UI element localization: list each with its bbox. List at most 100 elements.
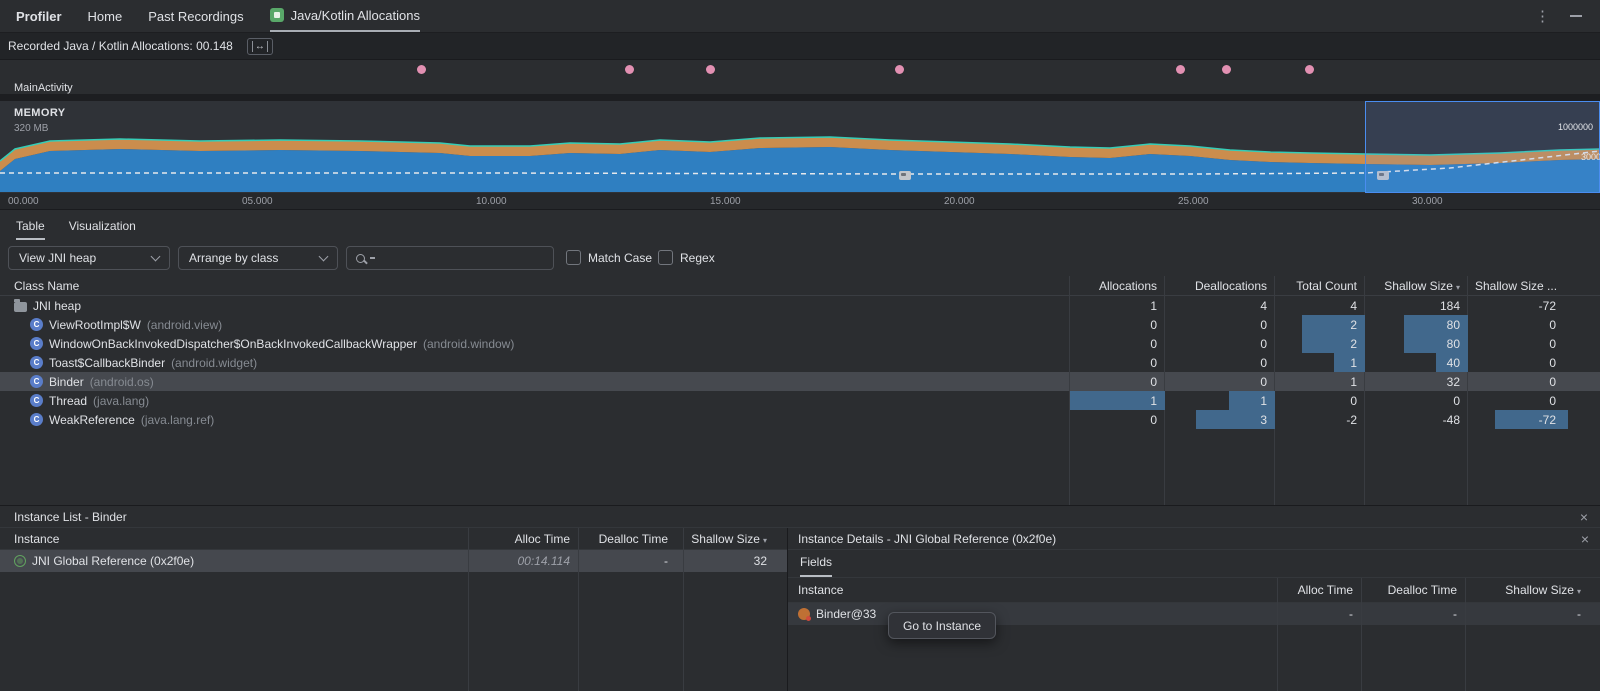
match-case-checkbox[interactable]: Match Case (566, 250, 652, 265)
close-icon[interactable]: × (1581, 532, 1589, 546)
tab-visualization[interactable]: Visualization (69, 219, 136, 240)
fields-table-header: Instance Alloc Time Dealloc Time Shallow… (788, 578, 1600, 603)
regex-checkbox[interactable]: Regex (658, 250, 715, 265)
search-caret (370, 257, 375, 259)
instance-list-panel: Instance Alloc Time Dealloc Time Shallow… (0, 528, 787, 691)
allocation-event-dot[interactable] (1305, 65, 1314, 74)
allocations-session-icon (270, 8, 284, 22)
tab-past-recordings[interactable]: Past Recordings (148, 0, 243, 32)
sort-arrow-icon: ▾ (763, 536, 767, 545)
allocation-event-dot[interactable] (417, 65, 426, 74)
chevron-down-icon (151, 251, 161, 261)
col-dealloc-time[interactable]: Dealloc Time (578, 532, 683, 546)
memory-area-chart (0, 101, 1600, 193)
col-instance[interactable]: Instance (0, 532, 468, 546)
col-shallow-size[interactable]: Shallow Size▾ (1365, 279, 1468, 293)
time-tick-label: 10.000 (476, 196, 507, 207)
gc-event-icon[interactable] (899, 171, 911, 180)
instance-details-panel: Instance Details - JNI Global Reference … (787, 528, 1600, 691)
time-tick-label: 05.000 (242, 196, 273, 207)
time-tick-label: 30.000 (1412, 196, 1443, 207)
class-icon: C (30, 318, 43, 331)
allocation-event-dot[interactable] (1222, 65, 1231, 74)
time-tick-label: 25.000 (1178, 196, 1209, 207)
tab-java-kotlin-allocations[interactable]: Java/Kotlin Allocations (270, 0, 420, 32)
instance-list-title: Instance List - Binder (14, 510, 127, 524)
profiler-window: Profiler Home Past Recordings Java/Kotli… (0, 0, 1600, 691)
table-row[interactable]: CToast$CallbackBinder(android.widget) 0 … (0, 353, 1600, 372)
alloc-table-header: Class Name Allocations Deallocations Tot… (0, 276, 1600, 296)
sort-arrow-icon: ▾ (1577, 587, 1581, 596)
table-row[interactable]: CThread(java.lang) 1 1 0 0 0 (0, 391, 1600, 410)
view-tabs: Table Visualization (0, 210, 1600, 240)
activity-label: MainActivity (14, 82, 73, 94)
bottom-split: Instance Alloc Time Dealloc Time Shallow… (0, 528, 1600, 691)
col-shallow-size[interactable]: Shallow Size▾ (683, 532, 787, 546)
tooltip-label: Go to Instance (903, 619, 981, 633)
col-class-name[interactable]: Class Name (0, 279, 1070, 293)
go-to-instance-tooltip[interactable]: Go to Instance (888, 612, 996, 639)
search-input[interactable] (346, 246, 554, 270)
instance-object-icon (798, 608, 810, 620)
col-allocations[interactable]: Allocations (1070, 279, 1165, 293)
tab-home[interactable]: Home (88, 0, 123, 32)
memory-axis-max-label: 320 MB (14, 123, 48, 134)
table-row[interactable]: JNI heap 1 4 4 184 -72 (0, 296, 1600, 315)
more-options-icon[interactable]: ⋮ (1535, 7, 1550, 25)
time-tick-label: 00.000 (8, 196, 39, 207)
instance-row-selected[interactable]: JNI Global Reference (0x2f0e) 00:14.114 … (0, 550, 787, 572)
sort-arrow-icon: ▾ (1456, 283, 1460, 292)
allocation-event-dot[interactable] (625, 65, 634, 74)
zoom-to-fit-button[interactable]: ↔ (247, 38, 273, 55)
tab-fields[interactable]: Fields (800, 555, 832, 577)
activity-track: MainActivity (0, 82, 1600, 101)
col-total-count[interactable]: Total Count (1275, 279, 1365, 293)
allocation-event-dot[interactable] (1176, 65, 1185, 74)
tab-table[interactable]: Table (16, 219, 45, 240)
heap-select-value: View JNI heap (19, 251, 96, 265)
instance-list-table-header: Instance Alloc Time Dealloc Time Shallow… (0, 528, 787, 550)
table-row[interactable]: CWeakReference(java.lang.ref) 0 3 -2 -48… (0, 410, 1600, 429)
table-row[interactable]: CViewRootImpl$W(android.view) 0 0 2 80 0 (0, 315, 1600, 334)
top-bar: Profiler Home Past Recordings Java/Kotli… (0, 0, 1600, 33)
class-icon: C (30, 394, 43, 407)
col-shallow-size[interactable]: Shallow Size▾ (1465, 583, 1600, 597)
table-row[interactable]: CWindowOnBackInvokedDispatcher$OnBackInv… (0, 334, 1600, 353)
heap-select[interactable]: View JNI heap (8, 246, 170, 270)
window-controls: ⋮ (1535, 7, 1582, 25)
col-deallocations[interactable]: Deallocations (1165, 279, 1275, 293)
checkbox-box[interactable] (566, 250, 581, 265)
class-icon: C (30, 375, 43, 388)
allocations-table: Class Name Allocations Deallocations Tot… (0, 276, 1600, 505)
range-selection[interactable]: 1000000 300000 (1365, 101, 1600, 193)
class-icon: C (30, 356, 43, 369)
checkbox-box[interactable] (658, 250, 673, 265)
col-dealloc-time[interactable]: Dealloc Time (1361, 583, 1465, 597)
hide-window-icon[interactable] (1570, 15, 1582, 17)
col-instance[interactable]: Instance (788, 583, 1277, 597)
selection-scale-label-top: 1000000 (1558, 122, 1593, 132)
allocation-event-dot[interactable] (706, 65, 715, 74)
arrange-select[interactable]: Arrange by class (178, 246, 338, 270)
close-icon[interactable]: × (1580, 510, 1588, 524)
regex-label: Regex (680, 251, 715, 265)
match-case-label: Match Case (588, 251, 652, 265)
memory-track[interactable]: MEMORY 320 MB 1000000 300000 (0, 101, 1600, 193)
jni-global-ref-icon (14, 555, 26, 567)
col-alloc-time[interactable]: Alloc Time (468, 532, 578, 546)
instance-details-tabs: Fields (788, 550, 1600, 578)
table-toolbar: View JNI heap Arrange by class Match Cas… (0, 240, 1600, 276)
col-shallow-size-2[interactable]: Shallow Size ... (1468, 279, 1600, 293)
time-tick-label: 15.000 (710, 196, 741, 207)
fit-arrow-icon: ↔ (252, 41, 268, 52)
time-axis: 00.00005.00010.00015.00020.00025.00030.0… (0, 193, 1600, 210)
table-row-selected[interactable]: CBinder(android.os) 0 0 1 32 0 (0, 372, 1600, 391)
events-track[interactable] (0, 60, 1600, 82)
search-icon (356, 254, 365, 263)
chevron-down-icon (319, 251, 329, 261)
col-alloc-time[interactable]: Alloc Time (1277, 583, 1361, 597)
allocation-event-dot[interactable] (895, 65, 904, 74)
class-icon: C (30, 413, 43, 426)
app-title: Profiler (16, 9, 62, 24)
activity-lifecycle-bar[interactable] (0, 94, 1600, 101)
